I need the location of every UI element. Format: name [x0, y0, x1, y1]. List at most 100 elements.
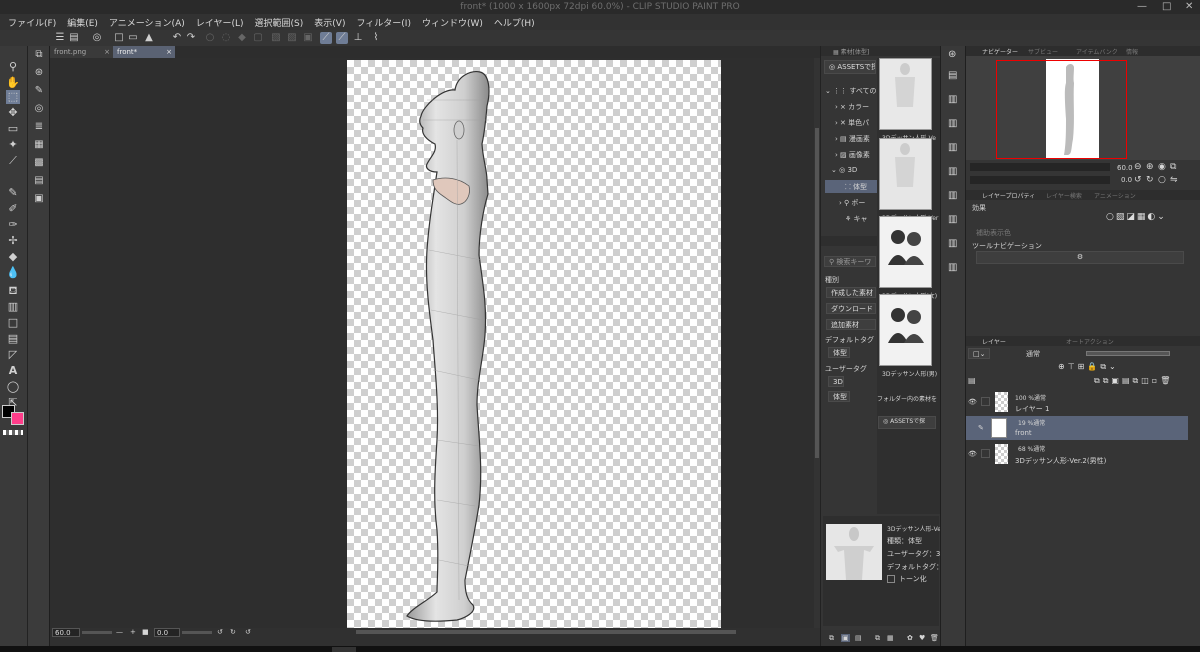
grid-icon[interactable]: ▦	[887, 634, 894, 642]
fit-icon[interactable]: ■	[142, 628, 149, 636]
tab-layer-search[interactable]: レイヤー検索	[1046, 191, 1082, 200]
maximize-icon[interactable]: □	[1162, 0, 1171, 14]
thumb-3d-body-2[interactable]	[879, 138, 932, 210]
list-view-icon[interactable]: ▤	[855, 634, 862, 642]
zoom-out-icon[interactable]: —	[116, 628, 123, 636]
3d-figure-illustration[interactable]	[347, 60, 721, 628]
navigator-view-frame[interactable]	[996, 60, 1127, 159]
menu-view[interactable]: 表示(V)	[314, 16, 345, 29]
thumbnail-view-icon[interactable]: ▣	[841, 634, 850, 642]
tab-front-png[interactable]: front.png ×	[50, 46, 113, 58]
menu-layer[interactable]: レイヤー(L)	[196, 16, 244, 29]
strip-folder-icon-8[interactable]: ▥	[948, 262, 957, 273]
menu-filter[interactable]: フィルター(I)	[356, 16, 411, 29]
operation-icon[interactable]: ⬚	[6, 90, 20, 104]
thumb-3d-body-1[interactable]	[879, 58, 932, 130]
strip-folder-icon-6[interactable]: ▥	[948, 214, 957, 225]
menu-edit[interactable]: 編集(E)	[67, 16, 98, 29]
tab-navigator[interactable]: ナビゲーター	[982, 47, 1018, 56]
redo-icon[interactable]: ↷	[185, 32, 197, 44]
layer-mode-dropdown[interactable]: □⌄	[968, 348, 990, 359]
navigator-rotate-slider[interactable]	[970, 176, 1110, 184]
snap-grid-icon[interactable]: ⊥	[352, 32, 364, 44]
menu-selection[interactable]: 選択範囲(S)	[255, 16, 304, 29]
subtool-page-icon[interactable]: ▣	[32, 192, 46, 206]
scale-icon[interactable]: ▢	[252, 32, 264, 44]
brush-icon[interactable]: ✑	[6, 218, 20, 232]
downloaded-button[interactable]: ダウンロード	[826, 303, 876, 314]
zoom-icon[interactable]: ⚲	[6, 60, 20, 74]
tab-item-bank[interactable]: アイテムバンク	[1076, 47, 1118, 56]
subtool-pen-icon[interactable]: ✎	[32, 84, 46, 98]
delete-icon[interactable]: 🗑	[930, 634, 939, 642]
airbrush-icon[interactable]: ✢	[6, 234, 20, 248]
pencil-icon[interactable]: ✐	[6, 202, 20, 216]
subtool-grid-icon[interactable]: ▦	[32, 138, 46, 152]
gradient-icon[interactable]: ▥	[6, 300, 20, 314]
clear-outside-icon[interactable]: ◌	[220, 32, 232, 44]
navigator-rotate-left-icon[interactable]: ↺	[1134, 175, 1142, 185]
zoom-field[interactable]: 60.0	[52, 628, 80, 637]
edit-target-toggle[interactable]	[981, 449, 990, 458]
snap-special-icon[interactable]: ⟋	[336, 32, 348, 44]
subtool-layers-icon[interactable]: ▤	[32, 174, 46, 188]
taskbar-item[interactable]	[332, 647, 356, 652]
tag-icon[interactable]: ✿	[907, 634, 913, 642]
hand-icon[interactable]: ✋	[6, 76, 20, 90]
visibility-eye-icon[interactable]: 👁	[968, 450, 977, 458]
layer-name[interactable]: 3Dデッサン人形-Ver.2(男性)	[1015, 456, 1106, 466]
show-all-icon[interactable]: ▧	[270, 32, 282, 44]
navigator-preview[interactable]	[966, 56, 1200, 160]
opacity-slider[interactable]	[1086, 351, 1170, 356]
user-tag-body[interactable]: 体型	[828, 391, 850, 402]
hamburger-icon[interactable]: ☰	[54, 32, 66, 44]
navigator-rotate-right-icon[interactable]: ↻	[1146, 175, 1154, 185]
figure-icon[interactable]: □	[6, 316, 20, 330]
close-icon[interactable]: ✕	[1185, 0, 1193, 14]
subtool-list-icon[interactable]: ≣	[32, 120, 46, 134]
strip-folder-icon-4[interactable]: ▥	[948, 166, 957, 177]
strip-search-icon[interactable]: ⊛	[948, 49, 956, 60]
menu-animation[interactable]: アニメーション(A)	[109, 16, 185, 29]
fill-icon[interactable]: ◆	[236, 32, 248, 44]
open-folder-icon[interactable]: ▭	[127, 32, 139, 44]
navigator-zoom-in-icon[interactable]: ⊕	[1146, 162, 1154, 172]
layer-row-3[interactable]: 👁 68 %通常 3Dデッサン人形-Ver.2(男性)	[966, 442, 1188, 466]
search-keyword-input[interactable]: ⚲ 検索キーワ	[824, 256, 876, 267]
layer-lock-icons[interactable]: ⊕⊤⊞🔒⧉⌄	[1058, 362, 1198, 374]
blend-icon[interactable]: 💧	[6, 266, 20, 280]
navigator-fit-window-icon[interactable]: ⧉	[1170, 162, 1176, 172]
pen-icon[interactable]: ✎	[6, 186, 20, 200]
layer-action-icons[interactable]: ⧉⧉▣▤⧉◫▫🗑	[1094, 376, 1200, 388]
added-material-button[interactable]: 追加素材	[826, 319, 876, 330]
pen-pressure-icon[interactable]: ⌇	[370, 32, 382, 44]
rotate-slider[interactable]	[182, 631, 212, 634]
canvas-horizontal-scrollbar[interactable]	[356, 630, 736, 634]
fill-bucket-icon[interactable]: ⛾	[6, 284, 20, 298]
tree-item-character[interactable]: ⚘ キャ	[845, 214, 868, 224]
tree-item-manga[interactable]: › ▤ 漫画素	[835, 134, 870, 144]
strip-folder-icon-1[interactable]: ▥	[948, 94, 957, 105]
angle-field[interactable]: 0.0	[154, 628, 180, 637]
default-tag-body[interactable]: 体型	[828, 347, 850, 358]
tab-layer-property[interactable]: レイヤープロパティ	[982, 191, 1035, 200]
tab-animation[interactable]: アニメーション	[1094, 191, 1136, 200]
subtool-light-icon[interactable]: ◎	[32, 102, 46, 116]
assets-search-button[interactable]: ◎ ASSETSで探	[824, 60, 876, 74]
created-material-button[interactable]: 作成した素材	[826, 287, 876, 298]
edit-target-toggle[interactable]	[981, 397, 990, 406]
text-icon[interactable]: A	[6, 364, 20, 378]
tool-navigation-button[interactable]: ⚙	[976, 251, 1184, 264]
strip-folder-icon-7[interactable]: ▥	[948, 238, 957, 249]
tree-item-image[interactable]: › ▨ 画像素	[835, 150, 870, 160]
menu-help[interactable]: ヘルプ(H)	[494, 16, 535, 29]
tab-close-icon[interactable]: ×	[104, 46, 110, 58]
user-tag-3d[interactable]: 3D	[828, 376, 844, 387]
subtool-object-icon[interactable]: ⧉	[32, 48, 46, 62]
eraser-icon[interactable]: ◆	[6, 250, 20, 264]
balloon-icon[interactable]: ◯	[6, 380, 20, 394]
tab-info[interactable]: 情報	[1126, 47, 1138, 56]
new-canvas-icon[interactable]: □	[113, 32, 125, 44]
navigator-reset-icon[interactable]: ○	[1158, 175, 1166, 185]
canvas-paper[interactable]	[347, 60, 721, 628]
